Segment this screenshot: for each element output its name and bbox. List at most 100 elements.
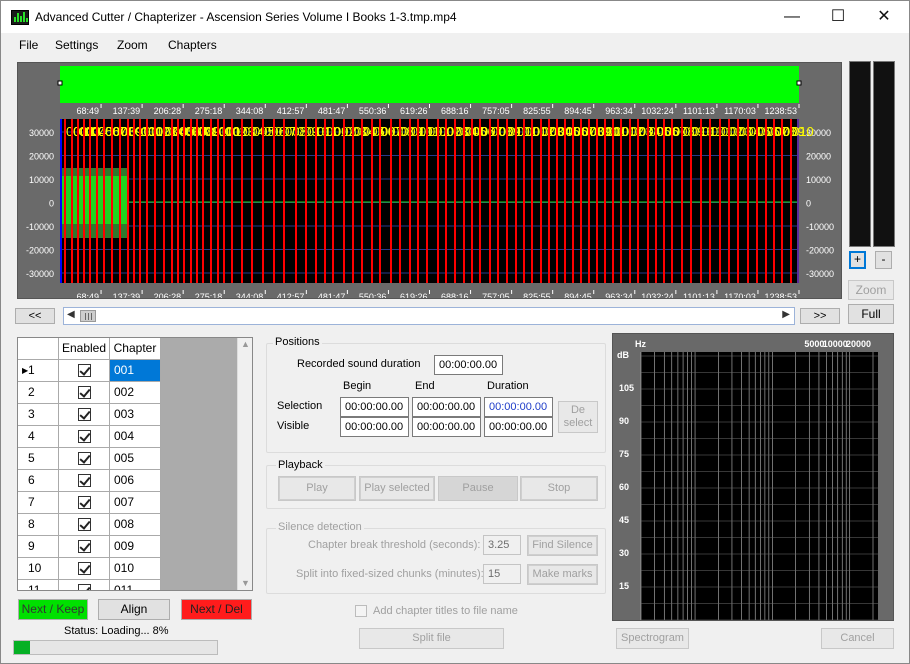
grid-scrollbar[interactable]: ▲ ▼ <box>237 338 252 590</box>
visible-duration-field[interactable]: 00:00:00.00 <box>484 417 553 437</box>
grid-row-number[interactable]: 3 <box>18 404 59 426</box>
next-del-button[interactable]: Next / Del <box>181 599 252 620</box>
visible-begin-field[interactable]: 00:00:00.00 <box>340 417 409 437</box>
enabled-checkbox[interactable] <box>78 430 91 443</box>
play-button[interactable]: Play <box>278 476 356 501</box>
menu-settings[interactable]: Settings <box>55 38 98 52</box>
grid-chapter-cell[interactable]: 003 <box>110 404 161 426</box>
enabled-checkbox[interactable] <box>78 584 91 590</box>
waveform-view[interactable]: 30000 3000020000 2000010000 100000 0-10000 -1… <box>18 63 841 298</box>
grid-row-number[interactable]: 10 <box>18 558 59 580</box>
zoom-button[interactable]: Zoom <box>848 280 894 300</box>
grid-chapter-cell[interactable]: 006 <box>110 470 161 492</box>
grid-row-number[interactable]: 9 <box>18 536 59 558</box>
chunks-field[interactable]: 15 <box>483 564 521 584</box>
scroll-forward-button[interactable]: >> <box>800 308 840 324</box>
zoom-in-button[interactable]: + <box>849 251 866 269</box>
grid-chapter-cell[interactable]: 004 <box>110 426 161 448</box>
selection-end-field[interactable]: 00:00:00.00 <box>412 397 481 417</box>
recorded-duration-field[interactable]: 00:00:00.00 <box>434 355 503 375</box>
waveform-panel[interactable]: 30000 30000 20000 20000 10000 10000 0 0 -10000 -1… <box>17 62 842 299</box>
spectrum-db-tick-label: 75 <box>619 449 629 459</box>
current-row-arrow-icon: ▶ <box>22 366 29 375</box>
title-bar: Advanced Cutter / Chapterizer - Ascensio… <box>1 1 909 33</box>
enabled-checkbox[interactable] <box>78 540 91 553</box>
add-titles-checkbox[interactable] <box>355 605 367 617</box>
grid-chapter-cell[interactable]: 007 <box>110 492 161 514</box>
grid-enabled-cell[interactable] <box>59 360 110 382</box>
grid-enabled-cell[interactable] <box>59 492 110 514</box>
grid-row-number[interactable]: 4 <box>18 426 59 448</box>
grid-row-number[interactable]: 5 <box>18 448 59 470</box>
play-selected-button[interactable]: Play selected <box>359 476 435 501</box>
grid-enabled-cell[interactable] <box>59 382 110 404</box>
grid-row-number[interactable]: 7 <box>18 492 59 514</box>
grid-row-number-text: 11 <box>28 583 41 591</box>
grid-enabled-cell[interactable] <box>59 404 110 426</box>
enabled-checkbox[interactable] <box>78 474 91 487</box>
grid-row-number[interactable]: ▶ 1 <box>18 360 59 382</box>
grid-enabled-cell[interactable] <box>59 426 110 448</box>
enabled-checkbox[interactable] <box>78 562 91 575</box>
bottom-time-label: 757:05 <box>482 292 510 298</box>
grid-enabled-cell[interactable] <box>59 536 110 558</box>
grid-chapter-cell[interactable]: 008 <box>110 514 161 536</box>
cancel-button[interactable]: Cancel <box>821 628 894 649</box>
grid-enabled-cell[interactable] <box>59 580 110 590</box>
scroll-right-arrow-icon[interactable]: ▶ <box>782 309 790 320</box>
grid-enabled-cell[interactable] <box>59 448 110 470</box>
scroll-down-arrow-icon[interactable]: ▼ <box>241 578 250 588</box>
timeline-scrollbar[interactable]: ◀ ▶ <box>63 307 795 325</box>
grid-row-number[interactable]: 6 <box>18 470 59 492</box>
menu-file[interactable]: File <box>19 38 38 52</box>
maximize-button[interactable]: ☐ <box>815 1 861 33</box>
align-button[interactable]: Align <box>98 599 170 620</box>
grid-row-number[interactable]: 2 <box>18 382 59 404</box>
grid-chapter-cell[interactable]: 009 <box>110 536 161 558</box>
grid-enabled-cell[interactable] <box>59 470 110 492</box>
grid-enabled-cell[interactable] <box>59 558 110 580</box>
scroll-back-button[interactable]: << <box>15 308 55 324</box>
grid-enabled-cell[interactable] <box>59 514 110 536</box>
stop-button[interactable]: Stop <box>520 476 598 501</box>
zoom-out-button[interactable]: - <box>875 251 892 269</box>
chapter-marker-label: 010 <box>792 124 814 139</box>
grid-chapter-cell[interactable]: 005 <box>110 448 161 470</box>
grid-chapter-cell[interactable]: 002 <box>110 382 161 404</box>
grid-chapter-cell[interactable]: 001 <box>110 360 161 382</box>
threshold-field[interactable]: 3.25 <box>483 535 521 555</box>
enabled-checkbox[interactable] <box>78 364 91 377</box>
chapter-grid[interactable]: Enabled Chapter ▶ 1 001 2 002 3 003 4 004 5 005 6 00… <box>17 337 253 591</box>
next-keep-button[interactable]: Next / Keep <box>18 599 88 620</box>
grid-chapter-cell[interactable]: 010 <box>110 558 161 580</box>
selection-duration-field[interactable]: 00:00:00.00 <box>484 397 553 417</box>
pause-button[interactable]: Pause <box>438 476 518 501</box>
enabled-checkbox[interactable] <box>78 408 91 421</box>
minimize-button[interactable]: — <box>769 1 815 33</box>
grid-row-number-text: 7 <box>28 495 35 509</box>
top-time-label: 68:49 <box>77 106 100 116</box>
enabled-checkbox[interactable] <box>78 496 91 509</box>
enabled-checkbox[interactable] <box>78 452 91 465</box>
grid-header-chapter[interactable]: Chapter <box>110 338 161 360</box>
menu-chapters[interactable]: Chapters <box>168 38 217 52</box>
grid-header-enabled[interactable]: Enabled <box>59 338 110 360</box>
find-silence-button[interactable]: Find Silence <box>527 535 598 556</box>
enabled-checkbox[interactable] <box>78 386 91 399</box>
selection-begin-field[interactable]: 00:00:00.00 <box>340 397 409 417</box>
split-file-button[interactable]: Split file <box>359 628 504 649</box>
scroll-thumb[interactable] <box>80 310 96 322</box>
deselect-button[interactable]: De select <box>558 401 598 433</box>
full-button[interactable]: Full <box>848 304 894 324</box>
menu-zoom[interactable]: Zoom <box>117 38 148 52</box>
visible-end-field[interactable]: 00:00:00.00 <box>412 417 481 437</box>
scroll-left-arrow-icon[interactable]: ◀ <box>67 309 75 320</box>
grid-row-number[interactable]: 11 <box>18 580 59 591</box>
grid-row-number[interactable]: 8 <box>18 514 59 536</box>
spectrogram-button[interactable]: Spectrogram <box>616 628 689 649</box>
scroll-up-arrow-icon[interactable]: ▲ <box>241 339 250 349</box>
grid-chapter-cell[interactable]: 011 <box>110 580 161 590</box>
make-marks-button[interactable]: Make marks <box>527 564 598 585</box>
enabled-checkbox[interactable] <box>78 518 91 531</box>
close-button[interactable]: ✕ <box>861 1 907 33</box>
